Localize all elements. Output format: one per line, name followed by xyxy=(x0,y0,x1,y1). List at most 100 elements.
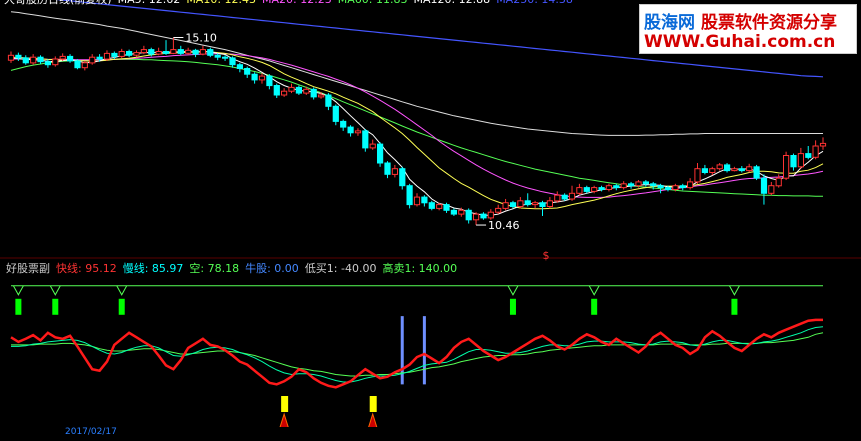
candle-body-31 xyxy=(236,64,244,69)
chart-stage: 15.10 10.46 $ 大哥股历日线(前复权) MA5: 12.62 MA10: 1… xyxy=(0,0,861,437)
sell-notch-2 xyxy=(116,285,128,296)
candle-body-104 xyxy=(775,177,782,187)
candle-body-71 xyxy=(532,202,539,206)
top-header-item-4: MA60: 11.83 xyxy=(338,0,408,6)
candle-body-92 xyxy=(687,181,694,189)
candle-body-101 xyxy=(753,166,760,179)
date-label: 2017/02/17 xyxy=(65,427,117,437)
candle-body-14 xyxy=(111,52,118,57)
sub-header-item-2: 慢线: 85.97 xyxy=(122,262,184,275)
candle-body-57 xyxy=(428,202,435,209)
top-header-item-0: 大哥股历日线(前复权) xyxy=(4,0,112,6)
sell-notch-0 xyxy=(12,285,24,296)
candle-body-79 xyxy=(591,187,598,192)
empty-line xyxy=(11,332,824,377)
candle-body-67 xyxy=(502,202,509,209)
sub-header-item-0: 好股票副 xyxy=(6,262,50,275)
candle-body-80 xyxy=(598,187,605,191)
candle-body-75 xyxy=(561,194,568,200)
candle-body-74 xyxy=(554,194,561,202)
candle-body-72 xyxy=(539,202,546,207)
candle-body-35 xyxy=(266,75,273,87)
candle-body-62 xyxy=(465,209,472,221)
top-header-item-2: MA10: 12.43 xyxy=(186,0,256,6)
candle-body-82 xyxy=(613,185,620,189)
candle-body-63 xyxy=(473,213,480,221)
candle-body-64 xyxy=(480,213,487,219)
candle-body-77 xyxy=(576,187,583,194)
logo-url: WWW.Guhai.com.cn xyxy=(644,32,836,52)
candle-body-49 xyxy=(369,143,376,149)
candle-body-59 xyxy=(443,204,450,211)
sell-block-1 xyxy=(52,298,59,315)
candle-body-69 xyxy=(517,200,524,208)
sell-notch-4 xyxy=(588,285,600,296)
candle-body-89 xyxy=(664,187,672,191)
candle-body-41 xyxy=(310,88,317,98)
candle-body-110 xyxy=(819,142,827,147)
candle-body-66 xyxy=(495,207,502,213)
candle-body-1 xyxy=(15,54,22,59)
candle-body-73 xyxy=(546,200,553,208)
logo-brand: 股海网 xyxy=(644,13,695,33)
candle-body-13 xyxy=(103,52,111,60)
date-strip: 2017/02/17 xyxy=(0,427,861,437)
candle-body-61 xyxy=(458,209,465,215)
candle-body-47 xyxy=(354,130,362,134)
candle-body-20 xyxy=(155,51,162,55)
candle-body-48 xyxy=(362,130,369,149)
candle-body-2 xyxy=(22,57,29,64)
sell-block-4 xyxy=(591,298,598,315)
candle-body-99 xyxy=(738,168,745,172)
candle-body-5 xyxy=(44,61,51,66)
signal-dollar-label: $ xyxy=(542,249,549,262)
candle-body-55 xyxy=(413,196,421,206)
sell-notch-5 xyxy=(728,285,740,296)
candle-body-108 xyxy=(805,153,812,158)
candle-body-81 xyxy=(605,185,612,190)
candle-body-100 xyxy=(746,166,753,172)
candle-body-84 xyxy=(628,183,635,187)
candle-body-4 xyxy=(37,56,44,63)
candle-body-103 xyxy=(768,185,775,194)
candle-body-11 xyxy=(89,56,96,64)
sell-notch-1 xyxy=(49,285,61,296)
candle-body-23 xyxy=(177,49,184,54)
logo-slogan: 股票软件资源分享 xyxy=(701,13,837,33)
candle-body-98 xyxy=(731,168,738,172)
sub-header-item-6: 高卖1: 140.00 xyxy=(382,262,458,275)
fast-line xyxy=(10,318,823,389)
top-header-item-6: MA250: 14.38 xyxy=(496,0,573,6)
buy-block-1 xyxy=(369,396,377,412)
candle-body-45 xyxy=(340,120,347,128)
candle-body-37 xyxy=(281,90,288,96)
candle-body-46 xyxy=(347,126,354,134)
candle-body-26 xyxy=(199,49,207,55)
candle-body-38 xyxy=(288,86,295,92)
buy-block-0 xyxy=(281,396,289,412)
candle-body-87 xyxy=(650,183,657,187)
candle-body-19 xyxy=(148,49,155,55)
candle-body-16 xyxy=(126,51,133,56)
candle-body-96 xyxy=(716,164,723,170)
candle-body-12 xyxy=(96,56,103,60)
candle-body-7 xyxy=(59,55,66,60)
candle-body-95 xyxy=(709,168,716,173)
candle-body-54 xyxy=(406,185,413,206)
candle-body-93 xyxy=(694,168,701,183)
candle-body-10 xyxy=(81,62,88,69)
candle-body-32 xyxy=(244,68,251,75)
candle-body-86 xyxy=(642,181,649,185)
candle-body-78 xyxy=(583,187,590,192)
candle-body-18 xyxy=(140,49,148,54)
candle-body-65 xyxy=(487,211,494,219)
candle-body-15 xyxy=(118,51,125,57)
candle-body-42 xyxy=(318,94,325,98)
candle-body-25 xyxy=(192,49,199,55)
candle-body-43 xyxy=(325,94,332,107)
candle-body-6 xyxy=(52,58,59,66)
candle-body-33 xyxy=(251,73,258,81)
guhai-logo: 股海网 股票软件资源分享 WWW.Guhai.com.cn xyxy=(639,4,857,54)
candle-body-97 xyxy=(724,164,731,172)
candle-body-40 xyxy=(303,88,310,94)
